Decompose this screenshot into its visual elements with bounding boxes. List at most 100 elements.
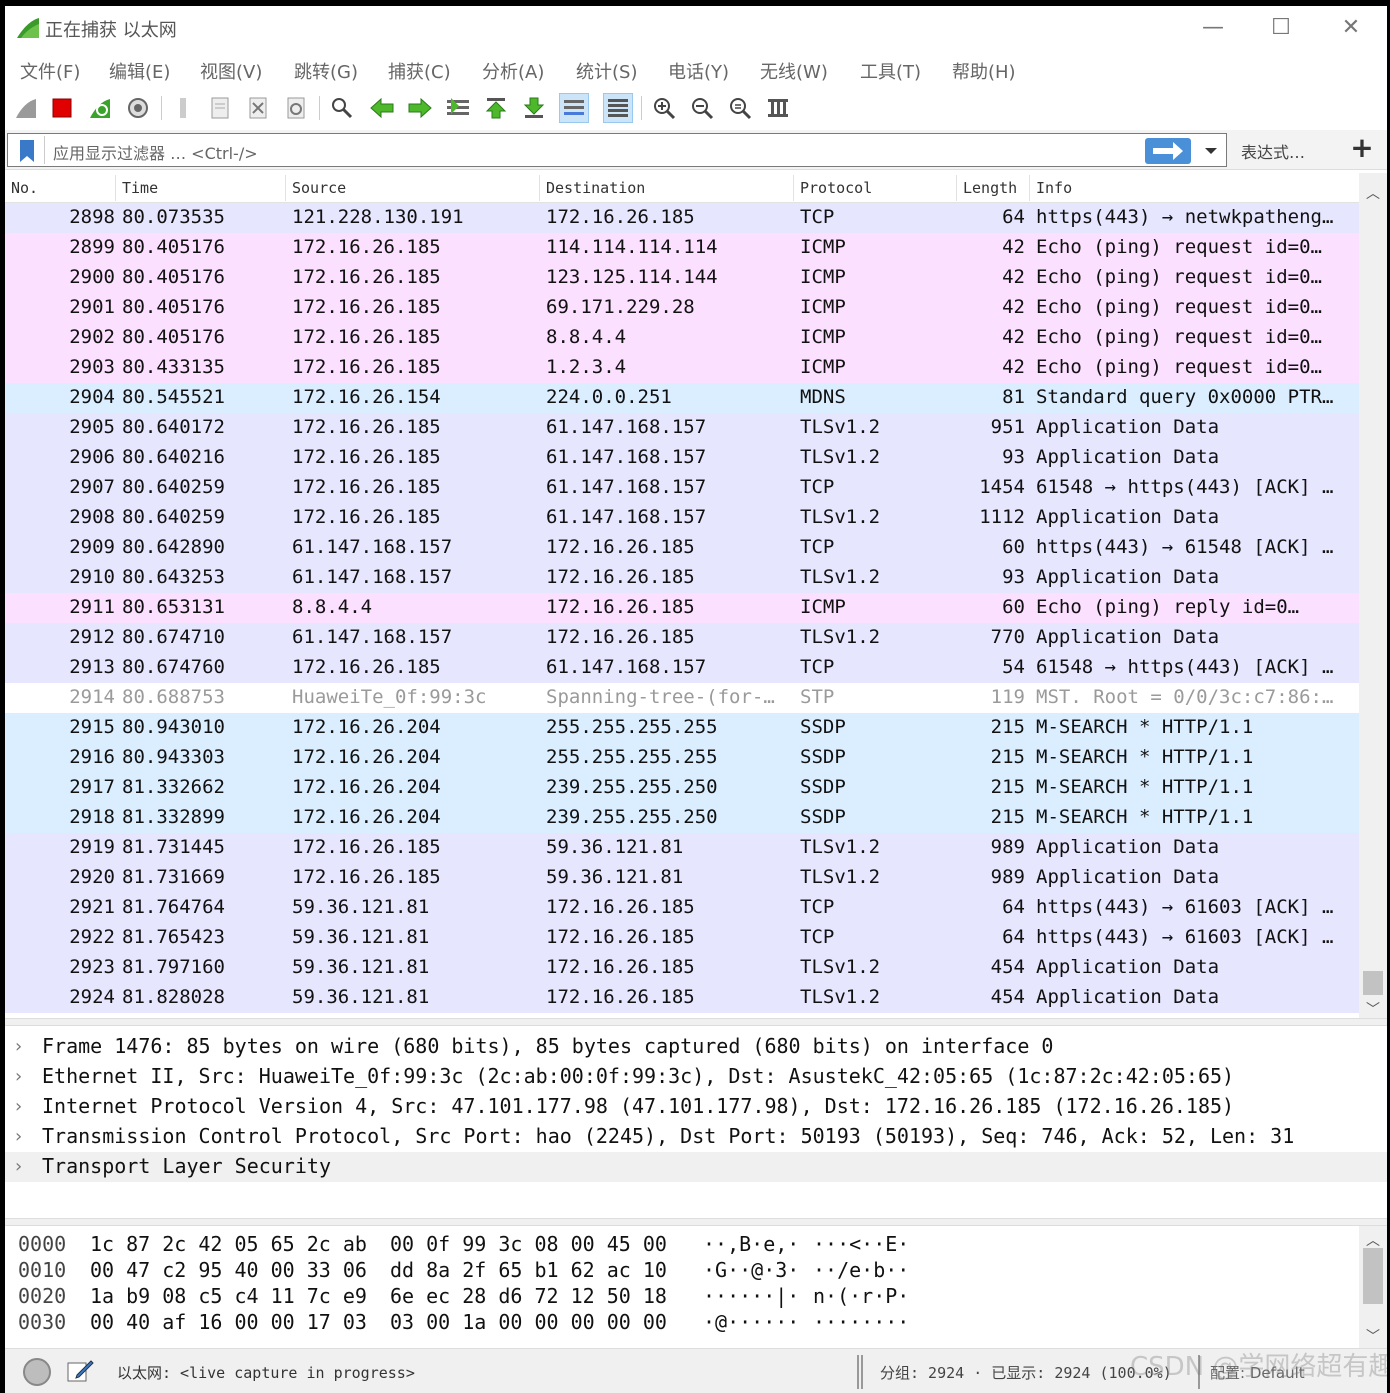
apply-filter-button[interactable] [1145, 138, 1191, 164]
packet-row[interactable]: 2901 80.405176 172.16.26.185 69.171.229.28 I… [5, 293, 1359, 323]
byte-row[interactable]: 0010 00 47 c2 95 40 00 33 06 dd 8a 2f 65 b… [5, 1258, 1359, 1284]
packet-row[interactable]: 2920 81.731669 172.16.26.185 59.36.121.81 TL… [5, 863, 1359, 893]
packet-row[interactable]: 2924 81.828028 59.36.121.81 172.16.26.185 TL… [5, 983, 1359, 1013]
scroll-thumb[interactable] [1363, 1248, 1383, 1304]
detail-ethernet[interactable]: › Ethernet II, Src: HuaweiTe_0f:99:3c (2… [5, 1062, 1387, 1092]
find-packet-icon[interactable] [327, 93, 357, 123]
menu-edit[interactable]: 编辑(E) [109, 58, 170, 84]
menu-help[interactable]: 帮助(H) [952, 58, 1016, 84]
packet-row[interactable]: 2902 80.405176 172.16.26.185 8.8.4.4 ICMP 42 E… [5, 323, 1359, 353]
packet-row[interactable]: 2921 81.764764 59.36.121.81 172.16.26.185 TC… [5, 893, 1359, 923]
byte-row[interactable]: 0020 1a b9 08 c5 c4 11 7c e9 6e ec 28 d6 7… [5, 1284, 1359, 1310]
packet-row[interactable]: 2919 81.731445 172.16.26.185 59.36.121.81 TL… [5, 833, 1359, 863]
menu-capture[interactable]: 捕获(C) [388, 58, 451, 84]
packet-row[interactable]: 2899 80.405176 172.16.26.185 114.114.114.11… [5, 233, 1359, 263]
packet-row[interactable]: 2906 80.640216 172.16.26.185 61.147.168.157… [5, 443, 1359, 473]
capture-options-icon[interactable] [123, 93, 153, 123]
packet-row[interactable]: 2903 80.433135 172.16.26.185 1.2.3.4 ICMP 42 E… [5, 353, 1359, 383]
expression-button[interactable]: 表达式… [1241, 139, 1305, 163]
packet-row[interactable]: 2922 81.765423 59.36.121.81 172.16.26.185 TC… [5, 923, 1359, 953]
minimize-button[interactable]: — [1185, 12, 1241, 44]
column-protocol[interactable]: Protocol [800, 179, 872, 197]
detail-frame[interactable]: › Frame 1476: 85 bytes on wire (680 bits… [5, 1032, 1387, 1062]
chevron-down-icon[interactable] [1200, 140, 1222, 162]
column-source[interactable]: Source [292, 179, 346, 197]
chevron-right-icon[interactable]: › [13, 1096, 29, 1117]
byte-row[interactable]: 0030 00 40 af 16 00 00 17 03 03 00 1a 00 0… [5, 1310, 1359, 1336]
open-file-icon[interactable] [169, 93, 199, 123]
go-forward-icon[interactable] [405, 93, 435, 123]
column-length[interactable]: Length [963, 179, 1017, 197]
stop-capture-icon[interactable] [47, 93, 77, 123]
detail-tcp[interactable]: › Transmission Control Protocol, Src Por… [5, 1122, 1387, 1152]
column-no[interactable]: No. [11, 179, 38, 197]
column-time[interactable]: Time [122, 179, 158, 197]
menu-statistics[interactable]: 统计(S) [576, 58, 637, 84]
capture-comment-icon[interactable] [65, 1357, 95, 1385]
packet-row[interactable]: 2915 80.943010 172.16.26.204 255.255.255.25… [5, 713, 1359, 743]
resize-columns-icon[interactable] [763, 93, 793, 123]
packet-row[interactable]: 2923 81.797160 59.36.121.81 172.16.26.185 TL… [5, 953, 1359, 983]
detail-tls[interactable]: › Transport Layer Security [5, 1152, 1387, 1182]
scroll-thumb[interactable] [1363, 971, 1383, 995]
scroll-up-icon[interactable]: ︿ [1365, 1230, 1381, 1250]
zoom-reset-icon[interactable] [725, 93, 755, 123]
scroll-up-icon[interactable]: ︿ [1365, 183, 1381, 202]
scroll-down-icon[interactable]: ﹀ [1365, 1326, 1381, 1346]
chevron-right-icon[interactable]: › [13, 1066, 29, 1087]
go-first-icon[interactable] [481, 93, 511, 123]
close-file-icon[interactable] [243, 93, 273, 123]
save-file-icon[interactable] [205, 93, 235, 123]
packet-row[interactable]: 2910 80.643253 61.147.168.157 172.16.26.185… [5, 563, 1359, 593]
packet-row[interactable]: 2918 81.332899 172.16.26.204 239.255.255.25… [5, 803, 1359, 833]
packet-list-scrollbar[interactable]: ︿ ﹀ [1359, 173, 1387, 1018]
pane-splitter-2[interactable] [5, 1218, 1387, 1226]
zoom-out-icon[interactable] [687, 93, 717, 123]
shark-fin-start-icon[interactable] [11, 93, 41, 123]
packet-row[interactable]: 2905 80.640172 172.16.26.185 61.147.168.157… [5, 413, 1359, 443]
packet-row[interactable]: 2911 80.653131 8.8.4.4 172.16.26.185 ICMP 60 E… [5, 593, 1359, 623]
packet-row[interactable]: 2904 80.545521 172.16.26.154 224.0.0.251 MDN… [5, 383, 1359, 413]
menu-analyze[interactable]: 分析(A) [482, 58, 544, 84]
colorize-icon[interactable] [603, 93, 633, 123]
menu-go[interactable]: 跳转(G) [294, 58, 358, 84]
pane-splitter[interactable] [5, 1018, 1387, 1026]
column-info[interactable]: Info [1036, 179, 1072, 197]
packet-row[interactable]: 2914 80.688753 HuaweiTe_0f:99:3c Spanning-t… [5, 683, 1359, 713]
packet-row[interactable]: 2900 80.405176 172.16.26.185 123.125.114.14… [5, 263, 1359, 293]
packet-row[interactable]: 2908 80.640259 172.16.26.185 61.147.168.157… [5, 503, 1359, 533]
go-last-icon[interactable] [519, 93, 549, 123]
packet-row[interactable]: 2912 80.674710 61.147.168.157 172.16.26.185… [5, 623, 1359, 653]
add-filter-button[interactable]: + [1347, 134, 1377, 164]
packet-row[interactable]: 2917 81.332662 172.16.26.204 239.255.255.25… [5, 773, 1359, 803]
expert-info-icon[interactable] [23, 1358, 51, 1386]
display-filter-input[interactable]: 应用显示过滤器 … <Ctrl-/> [7, 133, 1227, 167]
menu-telephony[interactable]: 电话(Y) [668, 58, 729, 84]
packet-row[interactable]: 2913 80.674760 172.16.26.185 61.147.168.157… [5, 653, 1359, 683]
menu-tools[interactable]: 工具(T) [860, 58, 921, 84]
chevron-right-icon[interactable]: › [13, 1036, 29, 1057]
chevron-right-icon[interactable]: › [13, 1126, 29, 1147]
menu-wireless[interactable]: 无线(W) [760, 58, 828, 84]
menu-view[interactable]: 视图(V) [200, 58, 262, 84]
scroll-down-icon[interactable]: ﹀ [1365, 999, 1381, 1018]
auto-scroll-icon[interactable] [559, 93, 589, 123]
go-back-icon[interactable] [367, 93, 397, 123]
byte-row[interactable]: 0000 1c 87 2c 42 05 65 2c ab 00 0f 99 3c 0… [5, 1232, 1359, 1258]
detail-ip[interactable]: › Internet Protocol Version 4, Src: 47.1… [5, 1092, 1387, 1122]
packet-row[interactable]: 2916 80.943303 172.16.26.204 255.255.255.25… [5, 743, 1359, 773]
chevron-right-icon[interactable]: › [13, 1156, 29, 1177]
restart-capture-icon[interactable] [85, 93, 115, 123]
bytes-scrollbar[interactable]: ︿ ﹀ [1359, 1226, 1387, 1348]
close-button[interactable]: ✕ [1323, 12, 1379, 44]
column-destination[interactable]: Destination [546, 179, 645, 197]
packet-row[interactable]: 2898 80.073535 121.228.130.191 172.16.26.18… [5, 203, 1359, 233]
maximize-button[interactable]: ☐ [1253, 12, 1309, 44]
menu-file[interactable]: 文件(F) [20, 58, 80, 84]
packet-row[interactable]: 2907 80.640259 172.16.26.185 61.147.168.157… [5, 473, 1359, 503]
zoom-in-icon[interactable] [649, 93, 679, 123]
bookmark-icon[interactable] [16, 139, 38, 163]
reload-file-icon[interactable] [281, 93, 311, 123]
go-to-packet-icon[interactable] [443, 93, 473, 123]
packet-row[interactable]: 2909 80.642890 61.147.168.157 172.16.26.185… [5, 533, 1359, 563]
